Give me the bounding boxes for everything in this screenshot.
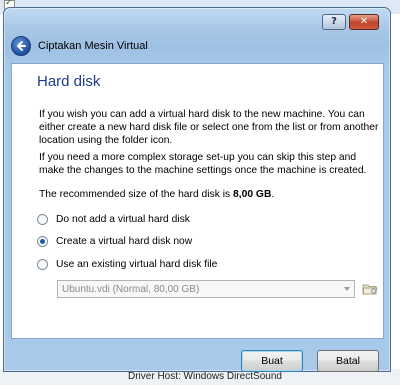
wizard-window: ? ✕ Ciptakan Mesin Virtual Hard disk If …	[3, 7, 391, 372]
recommended-prefix: The recommended size of the hard disk is	[39, 189, 234, 200]
option-no-disk-label: Do not add a virtual hard disk	[56, 213, 190, 225]
wizard-page: Hard disk If you wish you can add a virt…	[11, 63, 384, 339]
back-button[interactable]	[11, 36, 31, 56]
recommended-suffix: .	[271, 189, 275, 200]
recommended-size-text: The recommended size of the hard disk is…	[39, 188, 379, 201]
help-button[interactable]: ?	[322, 14, 346, 30]
radio-existing-disk[interactable]	[37, 258, 48, 270]
option-no-disk[interactable]: Do not add a virtual hard disk	[37, 212, 190, 226]
close-icon: ✕	[359, 16, 369, 27]
close-button[interactable]: ✕	[349, 14, 379, 30]
recommended-size-value: 8,00 GB	[233, 189, 272, 200]
option-existing-disk[interactable]: Use an existing virtual hard disk file	[37, 257, 217, 271]
storage-paragraph: If you need a more complex storage set-u…	[39, 152, 367, 176]
help-icon: ?	[331, 16, 337, 27]
chevron-down-icon	[344, 287, 350, 291]
existing-disk-select[interactable]: Ubuntu.vdi (Normal, 80,00 GB)	[57, 280, 355, 298]
create-button[interactable]: Buat	[241, 350, 303, 372]
option-create-disk-label: Create a virtual hard disk now	[56, 235, 193, 247]
option-existing-disk-label: Use an existing virtual hard disk file	[56, 258, 218, 270]
page-heading: Hard disk	[37, 73, 101, 90]
folder-icon[interactable]	[362, 281, 378, 297]
background-text: Driver Host: Windows DirectSound	[128, 371, 282, 382]
cancel-button[interactable]: Batal	[317, 350, 379, 372]
window-title: Ciptakan Mesin Virtual	[38, 40, 148, 52]
existing-disk-value: Ubuntu.vdi (Normal, 80,00 GB)	[62, 283, 200, 295]
radio-create-disk[interactable]	[37, 235, 48, 247]
intro-paragraph: If you wish you can add a virtual hard d…	[39, 109, 379, 146]
radio-no-disk[interactable]	[37, 213, 48, 225]
option-create-disk[interactable]: Create a virtual hard disk now	[37, 234, 192, 248]
back-arrow-icon	[17, 41, 26, 51]
